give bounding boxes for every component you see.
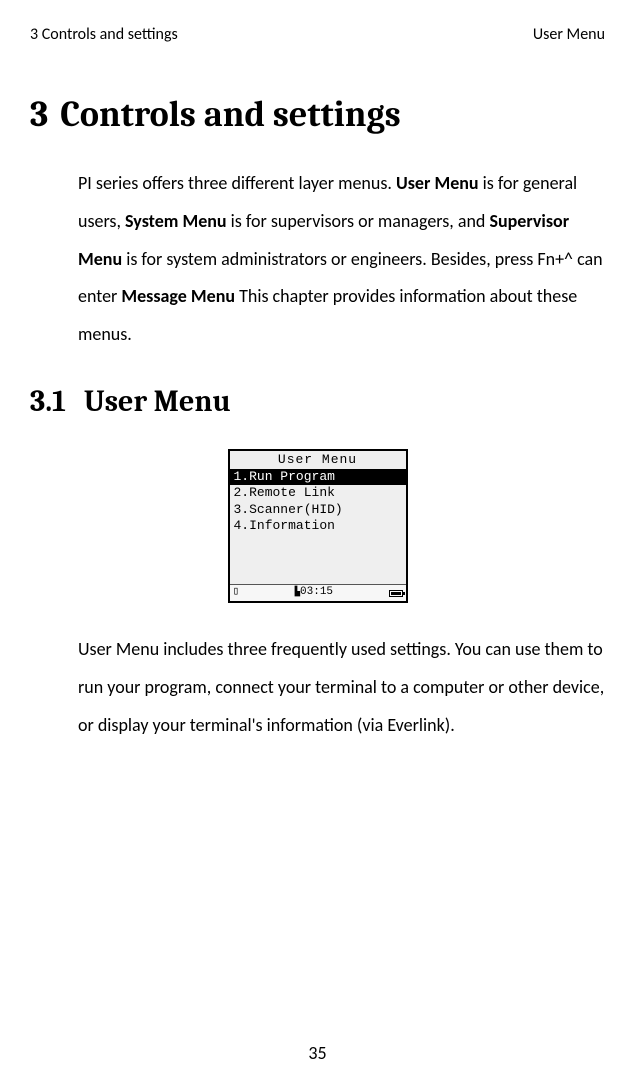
lcd-screenshot: User Menu 1.Run Program 2.Remote Link 3.… bbox=[30, 449, 605, 603]
text-segment: PI series offers three different layer m… bbox=[78, 172, 396, 194]
lcd-frame: User Menu 1.Run Program 2.Remote Link 3.… bbox=[228, 449, 408, 603]
header-left: 3 Controls and settings bbox=[30, 25, 178, 44]
chapter-number: 3 bbox=[30, 94, 48, 135]
section-heading: 3.1 User Menu bbox=[30, 384, 605, 419]
lcd-item-3: 3.Scanner(HID) bbox=[230, 502, 406, 518]
section-title: User Menu bbox=[84, 384, 231, 419]
chapter-heading: 3 Controls and settings bbox=[30, 94, 605, 135]
bold-message-menu: Message Menu bbox=[121, 285, 235, 307]
lcd-status-bar: ▯ ▙03:15 bbox=[230, 584, 406, 601]
body-paragraph: User Menu includes three frequently used… bbox=[78, 631, 605, 744]
page-header: 3 Controls and settings User Menu bbox=[30, 25, 605, 44]
lcd-item-4: 4.Information bbox=[230, 518, 406, 534]
battery-icon bbox=[389, 590, 403, 597]
signal-icon: ▯ bbox=[233, 586, 240, 600]
lcd-empty-area bbox=[230, 534, 406, 584]
lcd-clock: ▙03:15 bbox=[295, 586, 333, 600]
page-number: 35 bbox=[0, 1042, 635, 1064]
header-right: User Menu bbox=[533, 25, 605, 44]
bold-user-menu: User Menu bbox=[396, 172, 479, 194]
section-number: 3.1 bbox=[30, 384, 66, 419]
bold-system-menu: System Menu bbox=[125, 210, 227, 232]
intro-paragraph: PI series offers three different layer m… bbox=[78, 165, 605, 354]
lcd-title: User Menu bbox=[230, 451, 406, 469]
chapter-title: Controls and settings bbox=[60, 94, 400, 135]
lcd-item-2: 2.Remote Link bbox=[230, 485, 406, 501]
lcd-item-1: 1.Run Program bbox=[230, 469, 406, 485]
text-segment: is for supervisors or managers, and bbox=[227, 210, 490, 232]
